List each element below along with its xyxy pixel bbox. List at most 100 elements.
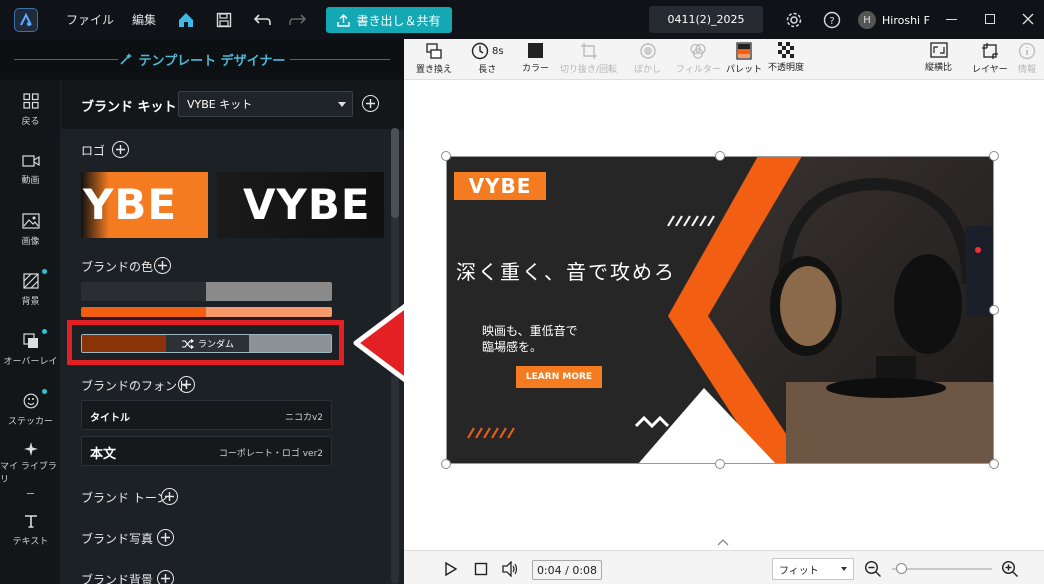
logo-label: ロゴ [81,144,106,158]
banner-subcopy-2[interactable]: 臨場感を。 [482,338,542,355]
filter-tool[interactable]: フィルター [676,42,721,75]
plus-icon [116,145,125,154]
nav-text[interactable]: テキスト [0,500,61,560]
scrollbar-thumb[interactable] [391,128,399,218]
banner-subcopy-1[interactable]: 映画も、重低音で [482,322,578,339]
highlight-box [67,320,344,365]
nav-sticker[interactable]: ステッカー [0,380,61,440]
blur-icon [639,43,656,59]
color-palette-1[interactable] [81,282,332,301]
nav-video[interactable]: 動画 [0,140,61,200]
gear-icon[interactable] [782,8,806,32]
zoom-fit-select[interactable]: フィット [772,558,854,580]
video-icon [21,155,40,167]
replace-tool[interactable]: 置き換え [416,42,452,75]
time-display: 0:04 / 0:08 [532,560,602,580]
palette-tool[interactable]: パレット [726,42,762,75]
stop-icon[interactable] [474,562,488,576]
maximize-icon[interactable] [985,14,995,24]
color-palette-2[interactable] [81,307,332,317]
opacity-tool[interactable]: 不透明度 [768,42,804,73]
zoom-out-icon[interactable] [864,560,882,578]
aspect-ratio-tool[interactable]: 縦横比 [925,42,952,73]
banner-logo[interactable]: VYBE [454,172,546,200]
resize-handle-br[interactable] [989,459,999,469]
avatar: H [858,11,876,29]
save-icon[interactable] [212,8,236,32]
resize-handle-tr[interactable] [989,151,999,161]
add-tone-button[interactable] [161,488,178,505]
plus-icon [165,492,174,501]
duration-tool[interactable]: 8s 長さ [471,42,504,75]
kit-select[interactable]: VYBE キット [178,91,353,117]
zoom-slider-track[interactable] [892,563,992,574]
zoom-in-icon[interactable] [1001,560,1019,578]
volume-icon[interactable] [501,561,519,577]
grid-icon [22,93,39,109]
undo-icon[interactable] [250,8,274,32]
user-name: Hiroshi F [882,13,930,27]
add-kit-button[interactable] [362,95,379,112]
layer-icon [981,43,998,59]
logo-tile-dark[interactable]: VYBE [217,172,384,238]
left-nav: 戻る 動画 画像 背景 オーバーレイ ステッカー マイ ライブラリ ー テキスト [0,80,61,584]
project-title[interactable]: 0411(2)_2025 [649,6,763,33]
filter-icon [690,43,707,59]
replace-icon [426,43,442,59]
chevron-down-icon [841,567,847,571]
menu-edit[interactable]: 編集 [132,11,156,28]
plus-icon [161,533,170,542]
resize-handle-b[interactable] [715,459,725,469]
resize-handle-r[interactable] [989,305,999,315]
collapse-chevron-icon[interactable] [712,536,734,548]
blur-tool[interactable]: ぼかし [634,42,661,75]
nav-back[interactable]: 戻る [0,80,61,140]
play-icon[interactable] [444,561,458,577]
help-icon[interactable]: ? [820,8,844,32]
info-tool[interactable]: 情報 [1018,42,1036,75]
banner-headline[interactable]: 深く重く、音で攻めろ [456,256,676,285]
brand-tone-label: ブランド トーン [81,491,169,505]
banner-cta-button[interactable]: LEARN MORE [516,366,602,388]
resize-handle-t[interactable] [715,151,725,161]
brand-kit-title: ブランド キット [81,100,177,115]
export-share-button[interactable]: 書き出し＆共有 [326,7,452,33]
template-banner[interactable]: VYBE 深く重く、音で攻めろ 映画も、重低音で 臨場感を。 LEARN MOR… [446,156,994,464]
nav-background[interactable]: 背景 [0,260,61,320]
brand-fonts-label: ブランドのフォント [81,379,190,393]
add-color-button[interactable] [154,257,171,274]
close-icon[interactable] [1018,8,1038,30]
edit-toolbar: 置き換え 8s 長さ カラー 切り抜き/回転 ぼかし フィルター パレット 不透… [404,39,1044,80]
redo-icon[interactable] [286,8,310,32]
zoom-slider-thumb[interactable] [896,563,907,574]
menu-file[interactable]: ファイル [66,11,114,28]
crop-icon [580,43,597,59]
nav-overlay[interactable]: オーバーレイ [0,320,61,380]
crop-tool[interactable]: 切り抜き/回転 [560,42,617,75]
add-background-button[interactable] [157,570,174,584]
brand-background-label: ブランド背景 [81,573,154,584]
add-photo-button[interactable] [157,529,174,546]
nav-library[interactable]: マイ ライブラリ ー [0,440,61,500]
banner-graphics [467,156,994,464]
resize-handle-bl[interactable] [441,459,451,469]
timer-icon [471,42,489,60]
logo-tile-orange[interactable]: YBE [81,172,208,238]
color-tool[interactable]: カラー [522,42,549,74]
brand-colors-label: ブランドの色 [81,260,154,274]
title-bar: ファイル 編集 書き出し＆共有 0411(2)_2025 ? H Hiroshi… [0,0,1044,39]
font-title-row[interactable]: タイトル ニコカv2 [81,400,332,430]
upload-icon [337,13,351,27]
user-account[interactable]: H Hiroshi F [858,11,930,29]
home-icon[interactable] [174,8,198,32]
minimize-icon[interactable] [946,19,957,20]
layer-tool[interactable]: レイヤー [972,42,1008,75]
add-font-button[interactable] [178,376,195,393]
nav-image[interactable]: 画像 [0,200,61,260]
app-logo-icon[interactable] [14,7,38,32]
font-body-row[interactable]: 本文 コーポレート・ロゴ ver2 [81,436,332,466]
resize-handle-tl[interactable] [441,151,451,161]
image-icon [21,213,40,229]
wand-icon [119,53,132,65]
add-logo-button[interactable] [112,141,129,158]
